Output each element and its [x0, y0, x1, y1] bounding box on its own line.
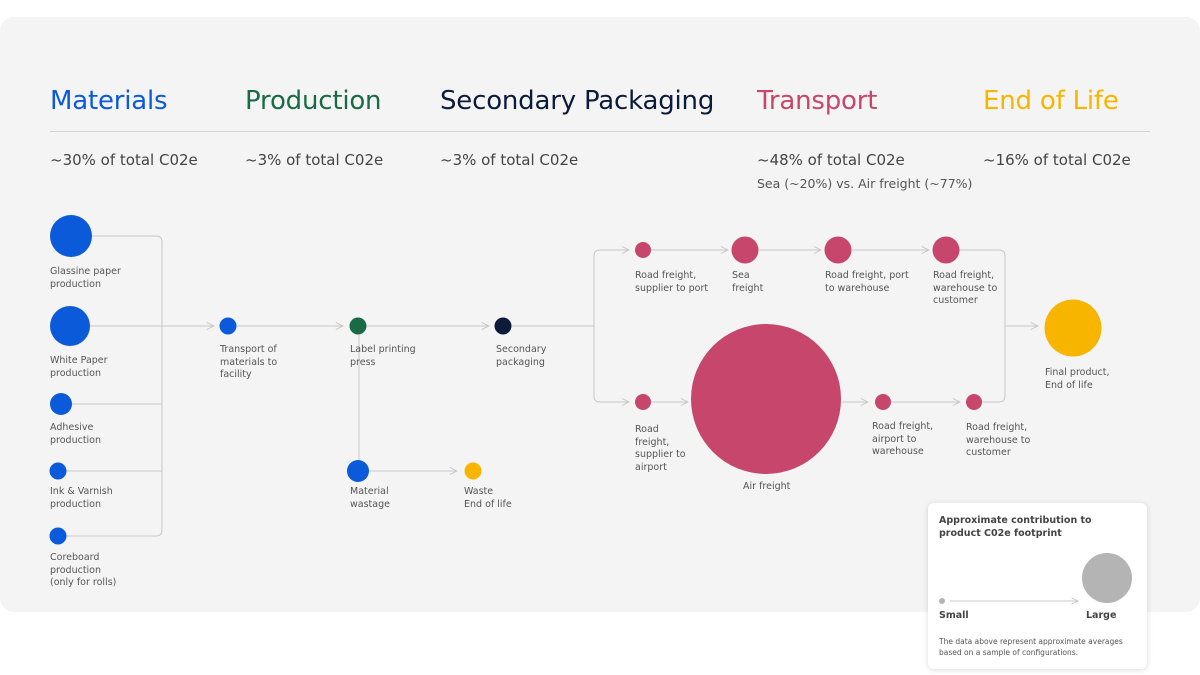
node-road-warehouse-customer-sea: [932, 236, 960, 264]
label-secondary-packaging: Secondary packaging: [496, 344, 547, 368]
label-road-supplier-airport: Road freight, supplier to airport: [635, 424, 686, 473]
label-sea-freight: Sea freight: [732, 270, 764, 294]
label-transport-materials: Transport of materials to facility: [220, 344, 278, 380]
node-final-product: [1044, 299, 1102, 357]
label-white-paper: White Paper production: [50, 355, 108, 379]
node-road-supplier-port: [635, 242, 651, 258]
label-road-airport-warehouse: Road freight, airport to warehouse: [872, 421, 934, 457]
label-adhesive: Adhesive production: [50, 422, 102, 446]
label-road-port-warehouse: Road freight, port to warehouse: [825, 270, 909, 294]
legend-card: Approximate contribution to product C02e…: [928, 503, 1147, 669]
node-sea-freight: [731, 236, 759, 264]
node-coreboard: [49, 527, 67, 545]
node-glassine-paper: [50, 215, 92, 257]
node-label-printing-press: [349, 317, 367, 335]
node-waste-end-of-life: [464, 462, 482, 480]
label-air-freight: Air freight: [743, 481, 791, 492]
legend-small-dot: [939, 598, 945, 604]
node-transport-materials: [219, 317, 237, 335]
label-road-warehouse-customer-sea: Road freight, warehouse to customer: [933, 270, 998, 306]
node-road-warehouse-customer-air: [966, 394, 982, 410]
node-material-wastage: [347, 460, 369, 482]
node-road-port-warehouse: [824, 236, 852, 264]
node-air-freight: [691, 324, 841, 474]
label-coreboard: Coreboard production (only for rolls): [50, 552, 117, 588]
label-ink-varnish: Ink & Varnish production: [50, 486, 113, 510]
label-final-product: Final product, End of life: [1045, 367, 1110, 391]
label-label-printing-press: Label printing press: [350, 344, 416, 368]
node-ink-varnish: [49, 462, 67, 480]
label-road-warehouse-customer-air: Road freight, warehouse to customer: [966, 422, 1031, 458]
legend-small-label: Small: [939, 610, 969, 621]
node-secondary-packaging: [494, 317, 512, 335]
node-road-airport-warehouse: [875, 394, 891, 410]
node-road-supplier-airport: [635, 394, 651, 410]
legend-note: The data above represent approximate ave…: [939, 637, 1123, 657]
node-white-paper: [50, 306, 90, 346]
node-adhesive: [50, 393, 72, 415]
label-material-wastage: Material wastage: [350, 486, 390, 510]
legend-large-label: Large: [1086, 610, 1117, 621]
label-glassine-paper: Glassine paper production: [50, 266, 121, 290]
legend-large-circle: [1082, 553, 1132, 603]
label-road-supplier-port: Road freight, supplier to port: [635, 270, 709, 294]
label-waste-end-of-life: Waste End of life: [464, 486, 512, 510]
